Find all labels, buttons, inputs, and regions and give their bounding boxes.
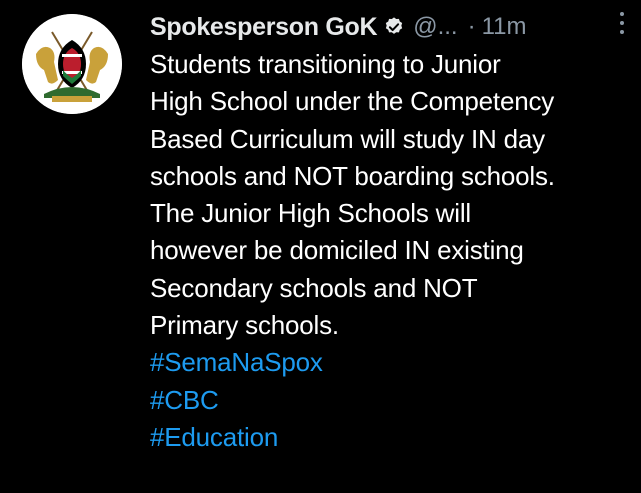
more-dot xyxy=(620,21,624,25)
tweet-text-line: Secondary schools and NOT xyxy=(150,272,478,303)
tweet-text-line: Based Curriculum will study IN day xyxy=(150,123,545,154)
tweet-text: Students transitioning to Junior High Sc… xyxy=(150,46,625,456)
more-vertical-icon[interactable] xyxy=(617,12,627,38)
tweet-content: Spokesperson GoK @... · 11m Students tra… xyxy=(150,8,625,456)
kenya-coat-of-arms-icon xyxy=(22,14,122,114)
more-dot xyxy=(620,30,624,34)
verified-badge-icon xyxy=(383,16,405,38)
timestamp[interactable]: 11m xyxy=(482,13,527,41)
separator-dot: · xyxy=(467,13,476,40)
tweet-text-line: Primary schools. xyxy=(150,310,339,341)
tweet-text-line: High School under the Competency xyxy=(150,86,555,117)
hashtag-link[interactable]: #Education xyxy=(150,419,625,456)
tweet-header: Spokesperson GoK @... · 11m xyxy=(150,8,625,46)
author-name[interactable]: Spokesperson GoK xyxy=(150,13,378,42)
tweet-text-line: however be domiciled IN existing xyxy=(150,235,524,266)
hashtag-link[interactable]: #CBC xyxy=(150,382,625,419)
tweet[interactable]: Spokesperson GoK @... · 11m Students tra… xyxy=(0,0,641,493)
tweet-text-line: Students transitioning to Junior xyxy=(150,49,501,79)
author-handle[interactable]: @... xyxy=(413,13,457,41)
tweet-text-line: The Junior High Schools will xyxy=(150,198,471,229)
hashtag-link[interactable]: #SemaNaSpox xyxy=(150,344,625,381)
avatar[interactable] xyxy=(22,14,122,114)
more-dot xyxy=(620,12,624,16)
tweet-text-line: schools and NOT boarding schools. xyxy=(150,160,555,191)
